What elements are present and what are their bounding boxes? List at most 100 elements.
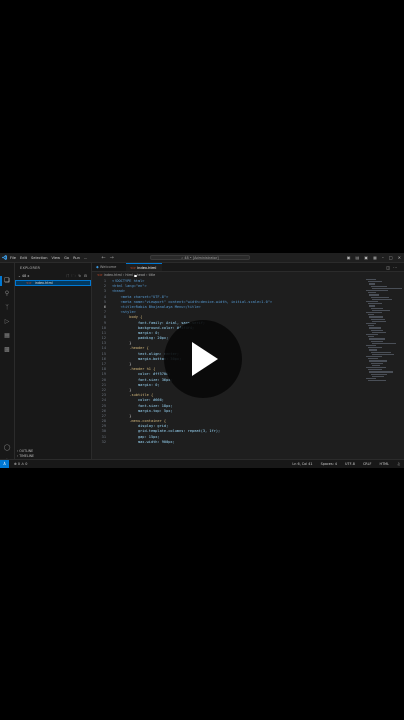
minimap-line	[367, 347, 382, 349]
minimap-line	[370, 296, 389, 298]
minimap-line	[367, 358, 378, 360]
tab-label: Welcome	[99, 265, 117, 269]
minimap-line	[367, 336, 374, 338]
minimap-line	[369, 360, 387, 362]
language-mode[interactable]: HTML	[380, 460, 389, 468]
notifications-icon[interactable]: ♫	[397, 460, 400, 468]
breadcrumb: <> index.html › html › head › title	[97, 273, 156, 277]
active-indicator	[0, 276, 2, 286]
remote-indicator-icon[interactable]: Å	[0, 460, 9, 468]
minimap-line	[369, 305, 375, 307]
problems-count[interactable]: ⊗ 0 ⚠ 0	[14, 460, 27, 468]
run-debug-icon[interactable]: ▷	[3, 318, 11, 326]
title-bar: File Edit Selection View Go Run ... ← → …	[0, 253, 404, 263]
minimap[interactable]	[364, 279, 404, 459]
new-folder-icon[interactable]: 🗀	[72, 274, 76, 278]
minimap-line	[366, 312, 382, 314]
file-item-index-html[interactable]: <> index.html	[15, 280, 91, 286]
menu-view[interactable]: View	[52, 256, 61, 260]
activity-bar: ❏ ⚲ ᛉ ▷ ▦ ▩ ◯ ⚙	[0, 263, 15, 465]
minimap-line	[372, 364, 380, 366]
minimap-line	[367, 325, 374, 327]
minimap-line	[366, 323, 376, 325]
minimap-line	[369, 349, 377, 351]
minimap-line	[372, 331, 386, 333]
files-icon[interactable]: ❏	[3, 277, 11, 285]
breadcrumb-html[interactable]: html	[125, 273, 133, 277]
minimap-line	[370, 307, 383, 309]
minimap-line	[366, 367, 386, 369]
line-ending[interactable]: CRLF	[363, 460, 372, 468]
minimap-line	[372, 298, 392, 300]
cursor-position[interactable]: Ln 6, Col 41	[292, 460, 312, 468]
minimap-line	[369, 294, 379, 296]
html-file-icon: <>	[26, 281, 32, 285]
remote-icon[interactable]: ▩	[3, 346, 11, 354]
minimap-line	[366, 356, 382, 358]
encoding[interactable]: UTF-8	[345, 460, 355, 468]
code-line[interactable]: 32 max-width: 900px;	[92, 440, 362, 445]
forward-arrow-icon[interactable]: →	[110, 255, 114, 261]
editor-area: ◆ Welcome <> index.html ◫⋯ <> index.html…	[92, 263, 404, 459]
minimap-line	[367, 303, 382, 305]
extensions-icon[interactable]: ▦	[3, 332, 11, 340]
split-editor-icon[interactable]: ◫	[386, 265, 393, 270]
minimap-line	[372, 309, 390, 311]
menu-selection[interactable]: Selection	[31, 256, 48, 260]
menu-edit[interactable]: Edit	[20, 256, 27, 260]
workspace-folder[interactable]: ⌄ 48 x 🗋 🗀 ↻ ⊟	[15, 273, 91, 279]
minimap-line	[366, 290, 388, 292]
breadcrumb-file[interactable]: index.html	[104, 273, 122, 277]
more-actions-icon[interactable]: ⋯	[393, 265, 400, 270]
customize-layout-icon[interactable]: ▦	[373, 255, 377, 260]
editor-actions: ◫⋯	[386, 265, 400, 270]
search-icon[interactable]: ⚲	[3, 290, 11, 298]
minimap-line	[367, 281, 382, 283]
minimap-line	[370, 351, 391, 353]
layout-secondary-icon[interactable]: ▣	[364, 255, 368, 260]
tab-label: index.html	[137, 266, 157, 270]
refresh-icon[interactable]: ↻	[78, 274, 82, 278]
html-file-icon: <>	[130, 266, 137, 270]
outline-label: OUTLINE	[19, 449, 34, 453]
indentation[interactable]: Spaces: 4	[321, 460, 337, 468]
tab-welcome[interactable]: ◆ Welcome	[92, 263, 126, 271]
source-control-icon[interactable]: ᛉ	[3, 304, 11, 312]
menu-run[interactable]: Run	[73, 256, 80, 260]
command-center-search[interactable]: ⌕ 48 • [Administrator]	[150, 254, 250, 260]
minimap-line	[369, 283, 375, 285]
minimap-line	[372, 375, 384, 377]
menu-more[interactable]: ...	[84, 256, 87, 260]
layout-panel-icon[interactable]: ▤	[356, 255, 360, 260]
minimap-line	[372, 320, 386, 322]
layout-sidebar-icon[interactable]: ▣	[347, 255, 351, 260]
video-play-button[interactable]	[164, 320, 242, 398]
collapse-icon[interactable]: ⊟	[84, 274, 88, 278]
vscode-logo-icon: ◆	[96, 265, 99, 269]
minimap-line	[366, 279, 376, 281]
breadcrumb-head[interactable]: head	[137, 273, 145, 277]
line-text: max-width: 900px;	[112, 439, 175, 444]
minimap-line	[369, 316, 383, 318]
breadcrumb-title[interactable]: title	[149, 273, 156, 277]
window-controls: ▣ ▤ ▣ ▦ – □ ✕	[347, 255, 401, 260]
minimap-line	[367, 380, 386, 382]
tab-index-html[interactable]: <> index.html	[126, 263, 162, 277]
timeline-section[interactable]: › TIMELINE	[17, 454, 34, 458]
minimap-line	[370, 318, 385, 320]
minimap-line	[370, 329, 383, 331]
close-window-icon[interactable]: ✕	[398, 255, 401, 260]
minimize-icon[interactable]: –	[382, 255, 384, 260]
minimap-line	[366, 345, 376, 347]
new-file-icon[interactable]: 🗋	[66, 274, 70, 278]
minimap-line	[366, 378, 376, 380]
menu-file[interactable]: File	[10, 256, 16, 260]
html-file-icon: <>	[97, 273, 103, 277]
tab-bar: ◆ Welcome <> index.html ◫⋯	[92, 263, 404, 277]
back-arrow-icon[interactable]: ←	[101, 255, 105, 261]
maximize-icon[interactable]: □	[389, 255, 393, 260]
menu-go[interactable]: Go	[64, 256, 69, 260]
account-icon[interactable]: ◯	[3, 444, 11, 452]
outline-section[interactable]: › OUTLINE	[17, 449, 33, 453]
minimap-line	[367, 369, 382, 371]
